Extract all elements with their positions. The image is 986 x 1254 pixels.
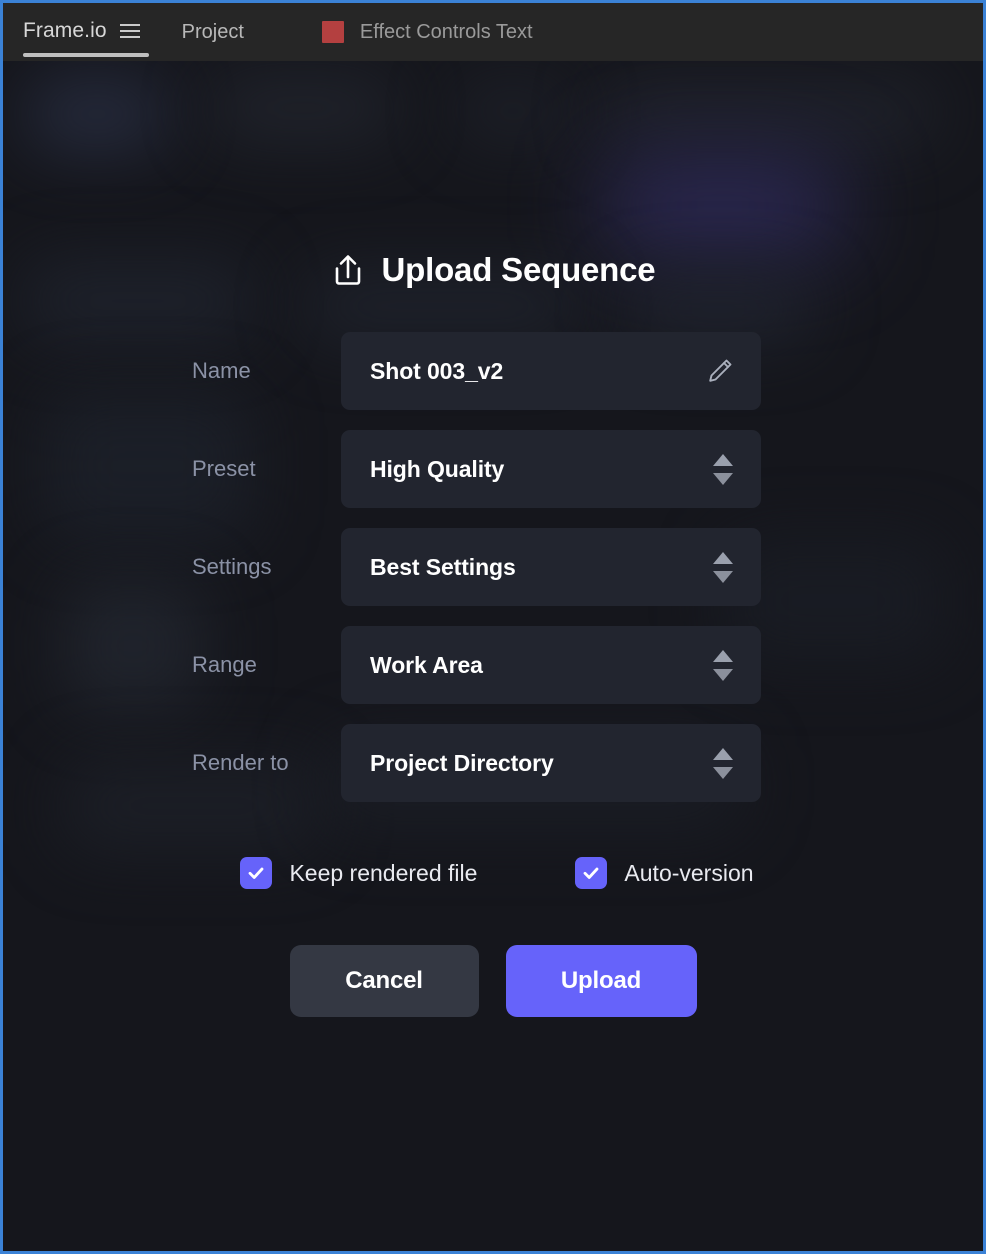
render-to-select-value: Project Directory <box>370 749 554 776</box>
form-row-preset: Preset High Quality <box>3 430 983 508</box>
checkbox-label: Keep rendered file <box>289 859 478 886</box>
label-range: Range <box>192 652 257 677</box>
pencil-icon[interactable] <box>705 356 735 386</box>
document-tab-label: Effect Controls Text <box>359 20 533 43</box>
range-select[interactable]: Work Area <box>341 626 761 704</box>
stepper-arrows-icon[interactable] <box>713 747 733 779</box>
preset-select[interactable]: High Quality <box>341 430 761 508</box>
check-icon <box>584 867 599 879</box>
label-preset: Preset <box>192 456 256 481</box>
app-window: Frame.io Project Effect Controls Text Up… <box>0 0 986 1254</box>
check-icon <box>249 867 264 879</box>
upload-sequence-dialog: Upload Sequence Name Shot 003_v2 Preset … <box>3 61 983 1017</box>
stepper-down-icon[interactable] <box>713 668 733 681</box>
brand-tab[interactable]: Frame.io <box>23 19 149 57</box>
render-to-select[interactable]: Project Directory <box>341 724 761 802</box>
preset-select-value: High Quality <box>370 455 505 482</box>
checkbox-keep-rendered-file[interactable]: Keep rendered file <box>240 857 477 889</box>
range-select-value: Work Area <box>370 651 483 678</box>
brand-label: Frame.io <box>23 19 107 42</box>
settings-select[interactable]: Best Settings <box>341 528 761 606</box>
dialog-title-text: Upload Sequence <box>381 251 656 288</box>
checkbox-label: Auto-version <box>624 859 754 886</box>
stepper-down-icon[interactable] <box>713 570 733 583</box>
stepper-up-icon[interactable] <box>713 453 733 466</box>
stepper-up-icon[interactable] <box>713 551 733 564</box>
upload-form: Name Shot 003_v2 Preset High Quality Set… <box>3 332 983 802</box>
stepper-arrows-icon[interactable] <box>713 649 733 681</box>
checkbox-box[interactable] <box>575 857 608 889</box>
name-input[interactable]: Shot 003_v2 <box>341 332 761 410</box>
label-render-to: Render to <box>192 750 289 775</box>
form-row-settings: Settings Best Settings <box>3 528 983 606</box>
stepper-down-icon[interactable] <box>713 472 733 485</box>
cancel-button[interactable]: Cancel <box>289 945 479 1017</box>
checkbox-box[interactable] <box>240 857 273 889</box>
hamburger-icon[interactable] <box>119 22 140 40</box>
form-row-render-to: Render to Project Directory <box>3 724 983 802</box>
upload-button[interactable]: Upload <box>505 945 697 1017</box>
form-row-name: Name Shot 003_v2 <box>3 332 983 410</box>
label-name: Name <box>192 358 251 383</box>
checkbox-auto-version[interactable]: Auto-version <box>575 857 754 889</box>
document-color-swatch <box>321 21 344 43</box>
name-input-value: Shot 003_v2 <box>370 357 504 384</box>
settings-select-value: Best Settings <box>370 553 516 580</box>
upload-icon <box>335 255 360 285</box>
stepper-arrows-icon[interactable] <box>713 453 733 485</box>
dialog-title: Upload Sequence <box>3 251 983 289</box>
form-row-range: Range Work Area <box>3 626 983 704</box>
stepper-up-icon[interactable] <box>713 747 733 760</box>
stepper-down-icon[interactable] <box>713 766 733 779</box>
options-row: Keep rendered file Auto-version <box>3 857 983 889</box>
document-tab[interactable]: Effect Controls Text <box>321 20 533 44</box>
label-settings: Settings <box>192 554 272 579</box>
stepper-arrows-icon[interactable] <box>713 551 733 583</box>
active-tab-indicator <box>23 53 149 57</box>
menu-item-project[interactable]: Project <box>182 21 244 44</box>
top-menu-bar: Frame.io Project Effect Controls Text <box>3 3 983 61</box>
stepper-up-icon[interactable] <box>713 649 733 662</box>
dialog-actions: Cancel Upload <box>3 945 983 1017</box>
